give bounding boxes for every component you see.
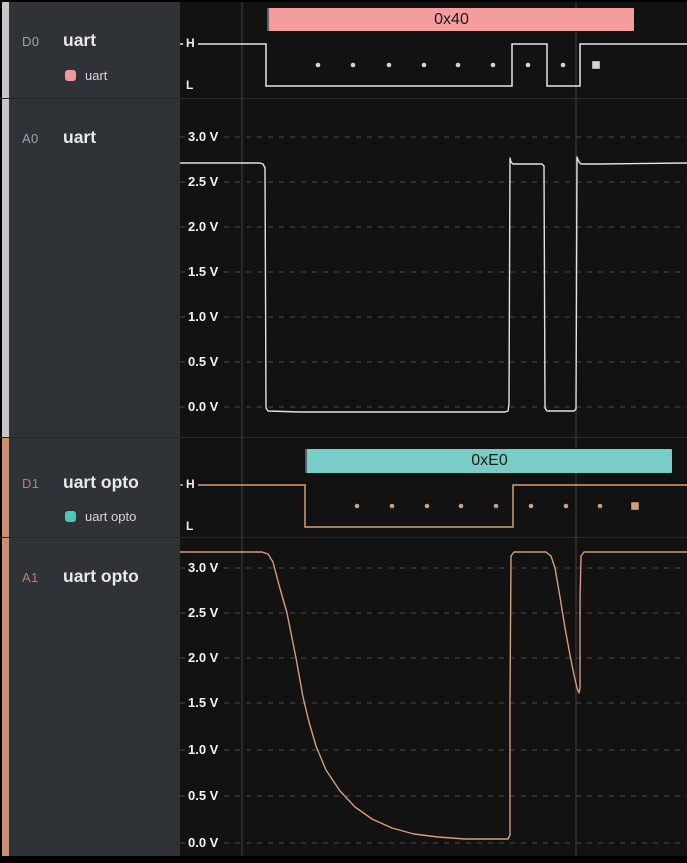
low-level-label: L [183, 518, 197, 534]
channel-name-label: uart opto [63, 566, 139, 586]
channel-header-d1[interactable]: D1 uart opto [0, 472, 180, 494]
decoded-byte-annotation-d1[interactable]: 0xE0 [305, 449, 672, 473]
stop-bit-marker [631, 502, 639, 510]
voltage-tick-label: 1.5 V [186, 263, 224, 280]
voltage-tick-label: 1.0 V [186, 308, 224, 325]
bit-sample-dot [528, 503, 534, 509]
bit-sample-dot [315, 62, 321, 68]
channel-name-label: uart [63, 30, 97, 50]
d0-digital-trace [180, 43, 687, 87]
bit-sample-dot [597, 503, 603, 509]
bit-sample-dot [458, 503, 464, 509]
stop-bit-marker [592, 61, 600, 69]
voltage-tick-label: 2.0 V [186, 218, 224, 235]
voltage-tick-label: 0.0 V [186, 398, 224, 415]
analyzer-label: uart opto [85, 509, 137, 524]
channel-header-a1[interactable]: A1 uart opto [0, 566, 180, 588]
voltage-tick-label: 2.5 V [186, 604, 224, 621]
bit-sample-dot [386, 62, 392, 68]
d1-digital-trace [180, 484, 687, 528]
high-level-label: H [183, 35, 198, 51]
voltage-tick-label: 2.5 V [186, 173, 224, 190]
analyzer-legend-d0[interactable]: uart [0, 68, 180, 84]
channel-id-label: D0 [22, 34, 40, 49]
voltage-tick-label: 3.0 V [186, 559, 224, 576]
analyzer-label: uart [85, 68, 108, 83]
a0-analog-trace [180, 156, 687, 413]
channel-name-label: uart opto [63, 472, 139, 492]
voltage-tick-label: 1.5 V [186, 694, 224, 711]
channel-header-a0[interactable]: A0 uart [0, 127, 180, 149]
voltage-tick-label: 1.0 V [186, 741, 224, 758]
channel-name-label: uart [63, 127, 97, 147]
bit-sample-dot [455, 62, 461, 68]
bit-sample-dot [424, 503, 430, 509]
bit-sample-dot [389, 503, 395, 509]
bit-sample-dot [350, 62, 356, 68]
channel-id-label: A0 [22, 131, 39, 146]
bit-sample-dot [525, 62, 531, 68]
bit-sample-dot [493, 503, 499, 509]
decoded-byte-annotation-d0[interactable]: 0x40 [267, 8, 634, 31]
logic-analyzer-window: D0 uart uart A0 uart D1 uart opto uart o… [0, 0, 687, 863]
channel-id-label: A1 [22, 570, 39, 585]
bit-sample-dot [490, 62, 496, 68]
analyzer-color-swatch [65, 511, 76, 522]
voltage-tick-label: 0.5 V [186, 787, 224, 804]
bit-sample-dot [563, 503, 569, 509]
channel-id-label: D1 [22, 476, 40, 491]
analyzer-color-swatch [65, 70, 76, 81]
voltage-tick-label: 3.0 V [186, 128, 224, 145]
channel-header-d0[interactable]: D0 uart [0, 30, 180, 52]
low-level-label: L [183, 77, 197, 93]
voltage-tick-label: 0.5 V [186, 353, 224, 370]
bit-sample-dot [421, 62, 427, 68]
high-level-label: H [183, 476, 198, 492]
voltage-tick-label: 0.0 V [186, 834, 224, 851]
voltage-tick-label: 2.0 V [186, 649, 224, 666]
bit-sample-dot [354, 503, 360, 509]
analyzer-legend-d1[interactable]: uart opto [0, 509, 180, 525]
bit-sample-dot [560, 62, 566, 68]
